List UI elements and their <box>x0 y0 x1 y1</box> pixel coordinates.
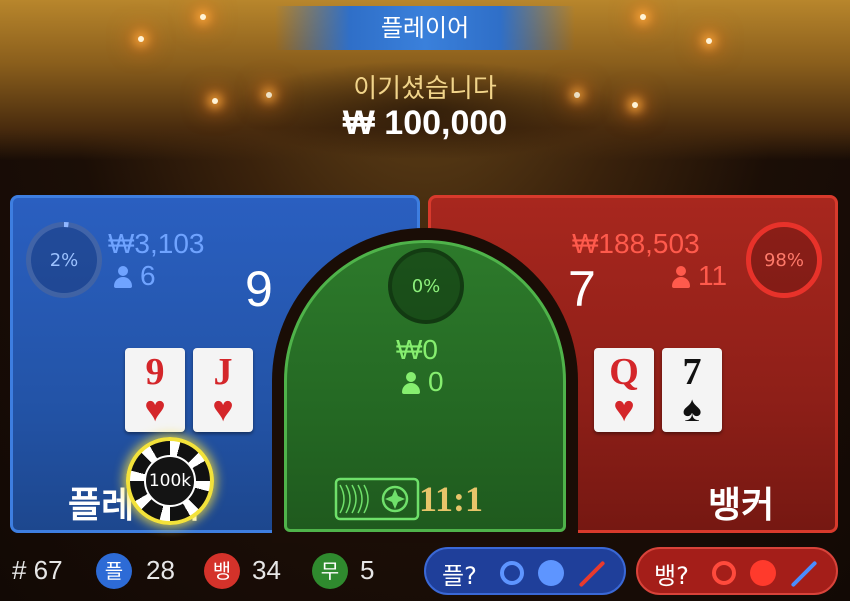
tie-wins-badge: 무 <box>312 553 348 589</box>
player-predict-button[interactable]: 플? <box>424 547 626 595</box>
cockroach-slash-icon <box>578 560 606 588</box>
sparkle-decoration <box>200 14 206 20</box>
tie-bettors-count: 0 <box>428 366 444 397</box>
card-rank: 9 <box>145 351 165 393</box>
banker-predict-button[interactable]: 뱅? <box>636 547 838 595</box>
player-wins-count: 28 <box>146 555 175 585</box>
sparkle-decoration <box>138 36 144 42</box>
banker-wins-count: 34 <box>252 555 281 585</box>
win-message: 이기셨습니다 <box>353 74 497 104</box>
banker-card-2: 7 ♠ <box>662 348 722 432</box>
player-card-1: 9 ♥ <box>125 348 185 432</box>
heart-icon: ♥ <box>613 389 635 429</box>
big-road-ring-icon <box>500 561 524 585</box>
banker-wins-badge: 뱅 <box>204 553 240 589</box>
tie-wins-count: 5 <box>360 555 375 585</box>
banker-bettors-count: 11 <box>698 260 728 291</box>
winner-banner: 플레이어 <box>275 6 575 50</box>
baccarat-result-screen: 플레이어 이기셨습니다 ₩ 100,000 2% ₩3,103 6 9 9 ♥ … <box>0 0 850 601</box>
banker-card-1: Q ♥ <box>594 348 654 432</box>
heart-icon: ♥ <box>212 389 234 429</box>
player-score: 9 <box>245 261 273 317</box>
bet-chip[interactable]: 100k <box>126 437 214 525</box>
player-wins-badge: 플 <box>96 553 132 589</box>
bettors-icon <box>114 266 132 288</box>
big-road-ring-icon <box>712 561 736 585</box>
tie-bet-total: ₩0 <box>396 334 438 365</box>
heart-icon: ♥ <box>144 389 166 429</box>
chip-value: 100k <box>144 455 196 507</box>
player-bet-total: ₩3,103 <box>108 228 205 259</box>
big-eye-dot-icon <box>538 560 564 586</box>
sparkle-decoration <box>640 14 646 20</box>
player-card-2: J ♥ <box>193 348 253 432</box>
round-number: # 67 <box>12 555 63 585</box>
card-rank: 7 <box>682 351 702 393</box>
bettors-icon <box>402 372 420 394</box>
banker-predict-label: 뱅? <box>654 562 689 590</box>
big-eye-dot-icon <box>750 560 776 586</box>
player-bettors-count: 6 <box>140 260 156 291</box>
card-rank: J <box>213 351 233 393</box>
sparkle-decoration <box>706 38 712 44</box>
banker-percent-ring: 98% <box>746 222 822 298</box>
banknote-icon <box>334 477 420 521</box>
bettors-icon <box>672 266 690 288</box>
tie-percent-ring: 0% <box>388 248 464 324</box>
player-predict-label: 플? <box>442 562 477 590</box>
banker-bet-total: ₩188,503 <box>572 228 700 259</box>
banker-score: 7 <box>568 261 596 317</box>
player-percent-arc <box>26 222 102 298</box>
tie-payout: 11:1 <box>419 479 484 519</box>
banker-label: 뱅커 <box>708 485 775 526</box>
spade-icon: ♠ <box>682 389 702 429</box>
cockroach-slash-icon <box>790 560 818 588</box>
card-rank: Q <box>609 351 639 393</box>
win-amount: ₩ 100,000 <box>342 104 508 142</box>
